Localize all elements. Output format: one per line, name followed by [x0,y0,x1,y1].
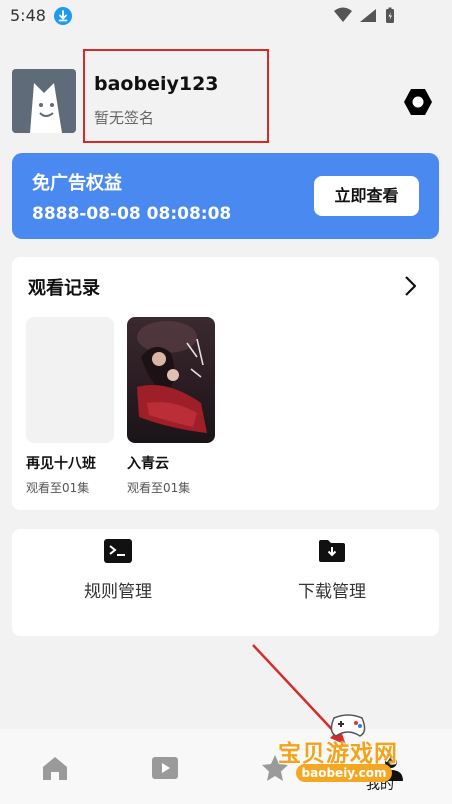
history-item[interactable]: 入青云 观看至01集 [127,317,217,497]
poster-image [127,317,215,443]
history-item-progress: 观看至01集 [127,481,191,495]
settings-hexagon-icon [404,89,432,115]
ad-free-expiry: 8888-08-08 08:08:08 [32,204,232,224]
avatar[interactable] [12,69,76,133]
tools-card: 规则管理 下载管理 [12,529,439,636]
watermark-url: baobeiy.com [296,764,392,782]
play-video-icon [152,757,178,779]
history-item-progress: 观看至01集 [26,481,90,495]
ad-free-card: 免广告权益 8888-08-08 08:08:08 立即查看 [12,153,439,239]
status-time: 5:48 [10,6,46,25]
home-icon [43,757,67,780]
ad-free-title: 免广告权益 [32,173,122,194]
watch-history-title: 观看记录 [28,278,100,299]
chevron-right-icon [405,276,417,296]
view-now-button[interactable]: 立即查看 [314,176,419,216]
history-item-title: 再见十八班 [26,456,96,472]
download-management-label: 下载管理 [298,582,366,602]
status-bar: 5:48 [0,0,452,32]
download-folder-icon [319,540,345,562]
watermark-text: 宝贝游戏网 [278,741,398,767]
nav-video[interactable] [150,753,180,783]
profile-header: baobeiy123 暂无签名 [0,49,452,144]
rule-management-button[interactable]: 规则管理 [43,537,193,627]
rule-management-label: 规则管理 [84,582,152,602]
download-management-button[interactable]: 下载管理 [257,537,407,627]
wifi-icon [334,7,352,22]
settings-button[interactable] [402,86,434,118]
system-status-icons [334,7,394,23]
annotation-highlight-box [83,49,269,143]
watch-history-card: 观看记录 再见十八班 观看至01集 入青云 观看至01集 [12,257,439,510]
poster-placeholder [26,317,114,443]
terminal-icon [104,539,132,563]
download-notification-icon [54,7,72,25]
watch-history-more-button[interactable] [400,274,420,298]
signal-icon [360,9,376,22]
history-item[interactable]: 再见十八班 观看至01集 [26,317,116,497]
nav-home[interactable] [40,753,70,783]
history-item-title: 入青云 [127,456,169,472]
watermark-logo: 宝贝游戏网 baobeiy.com [276,712,426,802]
